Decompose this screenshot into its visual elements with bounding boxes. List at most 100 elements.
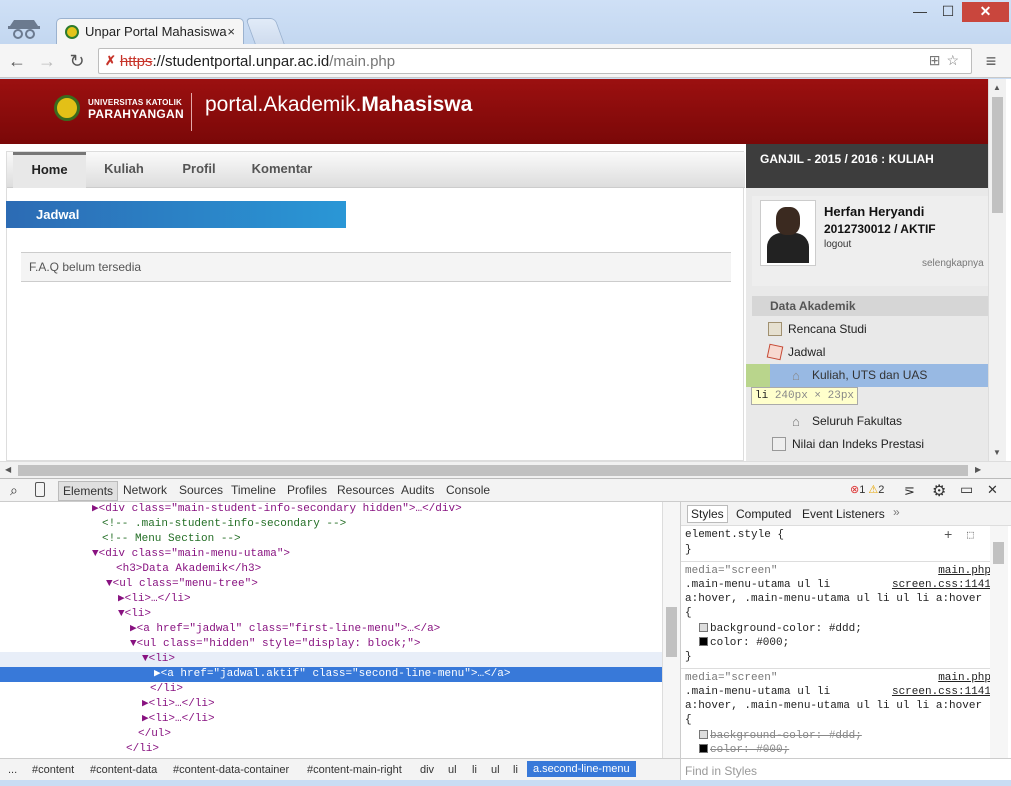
dom-node[interactable]: </ul> (0, 727, 662, 742)
style-text: } (685, 651, 692, 663)
find-in-styles-input[interactable]: Find in Styles (680, 758, 1011, 780)
tab-computed[interactable]: Computed (736, 507, 791, 521)
style-property-overridden[interactable]: background-color: #ddd; (685, 729, 991, 743)
menu-kuliah[interactable]: Kuliah (89, 152, 159, 188)
error-warning-counter[interactable]: ⊗1 ⚠2 (850, 483, 884, 496)
style-source-link[interactable]: main.php (938, 564, 991, 578)
toggle-state-icon[interactable]: ⬚ (967, 528, 974, 542)
breadcrumb-item[interactable]: #content-data (90, 764, 157, 776)
style-property[interactable]: color: #000; (685, 636, 991, 650)
dom-node[interactable]: ▶<li>…</li> (0, 592, 662, 607)
broken-lock-icon[interactable]: ✗ (105, 53, 116, 69)
breadcrumb-item[interactable]: ... (8, 764, 17, 776)
maximize-button[interactable]: ☐ (934, 2, 962, 22)
breadcrumb-item[interactable]: li (472, 764, 477, 776)
main-menu: Home Kuliah Profil Komentar (7, 152, 745, 188)
style-source-link[interactable]: screen.css:1141 (892, 578, 991, 592)
chrome-menu-icon[interactable]: ≡ (980, 50, 1002, 72)
style-text: media="screen" (685, 565, 778, 577)
breadcrumb-item[interactable]: #content-data-container (173, 764, 289, 776)
dom-node[interactable]: <!-- Menu Section --> (0, 532, 662, 547)
bookmark-star-icon[interactable]: ⊞☆ (929, 52, 965, 69)
sidebar-item-nilai[interactable]: Nilai dan Indeks Prestasi (752, 433, 988, 456)
close-window-button[interactable]: ✕ (962, 2, 1009, 22)
dom-node[interactable]: ▶<div class="main-student-info-secondary… (0, 502, 662, 517)
dom-node[interactable]: ▶<a href="jadwal" class="first-line-menu… (0, 622, 662, 637)
page-horizontal-scrollbar[interactable]: ◀ ▶ (0, 461, 1011, 478)
more-link[interactable]: selengkapnya (922, 258, 984, 269)
color-swatch-icon[interactable] (699, 637, 708, 646)
add-rule-icon[interactable]: + (944, 528, 952, 544)
dom-node[interactable]: ▶<li>…</li> (0, 697, 662, 712)
dom-node[interactable]: ▼<ul class="hidden" style="display: bloc… (0, 637, 662, 652)
tab-unpar-portal[interactable]: Unpar Portal Mahasiswa × (56, 18, 244, 44)
window-bottom-border (0, 780, 1011, 786)
breadcrumb-item[interactable]: #content-main-right (307, 764, 402, 776)
sidebar-item-jadwal[interactable]: Jadwal (752, 341, 988, 364)
style-property-overridden[interactable]: color: #000; (685, 743, 991, 757)
menu-home[interactable]: Home (13, 152, 86, 188)
more-tabs-icon[interactable]: » (893, 505, 900, 519)
logout-link[interactable]: logout (824, 239, 851, 250)
page-vertical-scrollbar[interactable]: ▲ ▼ (988, 79, 1006, 461)
tab-close-icon[interactable]: × (227, 24, 235, 39)
faq-notice: F.A.Q belum tersedia (21, 252, 731, 282)
tab-console[interactable]: Console (446, 483, 490, 497)
reload-icon[interactable]: ↻ (66, 50, 88, 72)
address-bar[interactable]: ✗ https ://studentportal.unpar.ac.id /ma… (98, 48, 972, 74)
close-devtools-icon[interactable]: ✕ (987, 482, 998, 498)
style-media: media="screen" main.php (685, 671, 991, 685)
minimize-button[interactable]: — (906, 2, 934, 22)
dom-node-text: </li> (126, 743, 160, 755)
style-text: color: #000; (710, 637, 790, 649)
tab-elements[interactable]: Elements (58, 481, 119, 501)
styles-scrollbar[interactable] (990, 526, 1008, 758)
sidebar-item-kuliah-uts-uas[interactable]: ⌂ Kuliah, UTS dan UAS (746, 364, 992, 387)
color-swatch-icon[interactable] (699, 623, 708, 632)
new-tab-button[interactable] (245, 18, 285, 44)
tab-profiles[interactable]: Profiles (287, 483, 327, 497)
settings-gear-icon[interactable]: ⚙ (932, 481, 946, 501)
dom-node-selected[interactable]: ▶<a href="jadwal.aktif" class="second-li… (0, 667, 662, 682)
breadcrumb-item[interactable]: div (420, 764, 434, 776)
menu-profil[interactable]: Profil (165, 152, 233, 188)
tab-timeline[interactable]: Timeline (231, 483, 276, 497)
dom-node[interactable]: ▼<li> (0, 607, 662, 622)
color-swatch-icon[interactable] (699, 744, 708, 753)
page-viewport: UNIVERSITAS KATOLIK PARAHYANGAN portal.A… (0, 79, 1011, 461)
drawer-toggle-icon[interactable]: ⋝ (904, 483, 915, 499)
search-icon[interactable]: ⌕ (10, 482, 18, 499)
sidebar-item-rencana-studi[interactable]: Rencana Studi (752, 318, 988, 341)
dom-node-hovered[interactable]: ▼<li> (0, 652, 662, 667)
device-mode-icon[interactable] (35, 482, 45, 497)
menu-komentar[interactable]: Komentar (237, 152, 327, 188)
style-text: .main-menu-utama ul li (685, 686, 831, 698)
tab-resources[interactable]: Resources (337, 483, 394, 497)
sidebar-item-seluruh-fakultas[interactable]: ⌂ Seluruh Fakultas (752, 410, 988, 433)
breadcrumb-item[interactable]: #content (32, 764, 74, 776)
tab-network[interactable]: Network (123, 483, 167, 497)
tab-event-listeners[interactable]: Event Listeners (802, 507, 885, 521)
tab-audits[interactable]: Audits (401, 483, 434, 497)
dom-node[interactable]: ▼<div class="main-menu-utama"> (0, 547, 662, 562)
style-source-link[interactable]: main.php (938, 671, 991, 685)
breadcrumb-item[interactable]: ul (491, 764, 500, 776)
forward-arrow-icon[interactable]: → (36, 50, 58, 72)
tab-styles[interactable]: Styles (687, 505, 728, 523)
dom-node[interactable]: ▶<li>…</li> (0, 712, 662, 727)
color-swatch-icon[interactable] (699, 730, 708, 739)
tab-sources[interactable]: Sources (179, 483, 223, 497)
dom-node[interactable]: ▼<ul class="menu-tree"> (0, 577, 662, 592)
dom-node[interactable]: <h3>Data Akademik</h3> (0, 562, 662, 577)
dom-node[interactable]: </li> (0, 682, 662, 697)
breadcrumb-item[interactable]: li (513, 764, 518, 776)
dom-node[interactable]: </li> (0, 742, 662, 757)
breadcrumb-item-selected[interactable]: a.second-line-menu (527, 761, 636, 777)
dom-node[interactable]: <!-- .main-student-info-secondary --> (0, 517, 662, 532)
dock-side-icon[interactable]: ▭ (960, 481, 973, 498)
style-source-link[interactable]: screen.css:1141 (892, 685, 991, 699)
breadcrumb-item[interactable]: ul (448, 764, 457, 776)
back-arrow-icon[interactable]: ← (6, 50, 28, 72)
dom-tree-scrollbar[interactable] (662, 502, 680, 758)
style-property[interactable]: background-color: #ddd; (685, 622, 991, 636)
